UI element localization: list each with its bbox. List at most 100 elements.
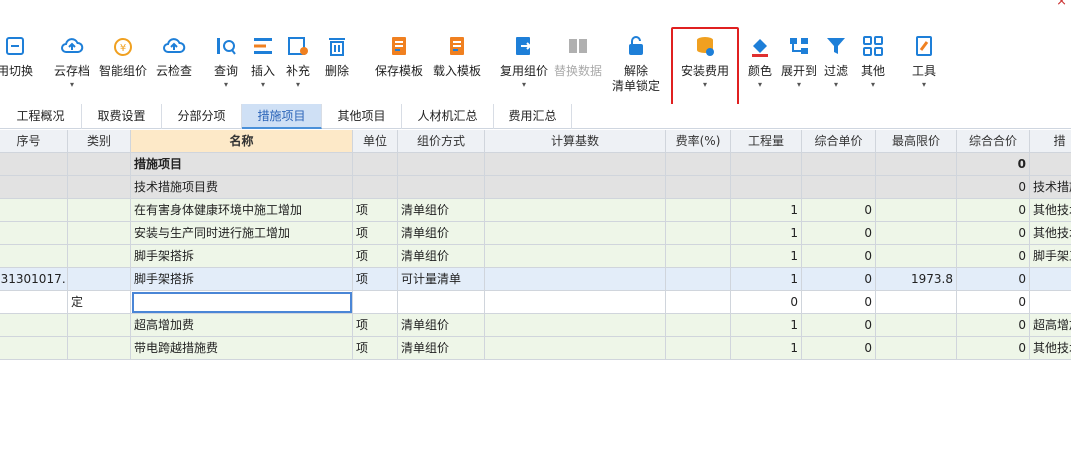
table-cell[interactable]: 技术措施 (1030, 176, 1071, 199)
table-cell[interactable]: 0 (802, 268, 876, 291)
table-cell[interactable]: 0 (957, 199, 1030, 222)
column-header[interactable]: 措 (1030, 130, 1071, 153)
table-cell[interactable]: 0 (802, 222, 876, 245)
table-row[interactable]: 技术措施项目费 0技术措施 (0, 176, 1071, 199)
table-cell[interactable] (876, 199, 957, 222)
tab-2[interactable]: 分部分项 (162, 104, 242, 129)
column-header[interactable]: 单位 (353, 130, 398, 153)
table-cell[interactable] (485, 268, 666, 291)
toolbar-button-switch[interactable]: 用切换 (0, 34, 38, 79)
column-header[interactable]: 类别 (68, 130, 131, 153)
table-cell[interactable]: 0 (957, 222, 1030, 245)
table-row[interactable]: -定000 (0, 291, 1071, 314)
table-cell[interactable] (666, 291, 731, 314)
table-cell[interactable] (876, 245, 957, 268)
table-cell[interactable] (876, 337, 957, 360)
table-row[interactable]: 脚手架搭拆项清单组价100脚手架工 (0, 245, 1071, 268)
table-cell[interactable] (68, 245, 131, 268)
column-header[interactable]: 最高限价 (876, 130, 957, 153)
table-cell[interactable]: 1 (731, 314, 802, 337)
table-cell[interactable]: 清单组价 (398, 314, 485, 337)
table-cell[interactable] (0, 337, 68, 360)
table-cell[interactable] (0, 199, 68, 222)
table-cell[interactable] (353, 291, 398, 314)
table-cell[interactable]: 1 (731, 199, 802, 222)
table-cell[interactable] (485, 176, 666, 199)
table-row[interactable]: 超高增加费项清单组价100超高增加 (0, 314, 1071, 337)
table-cell[interactable]: 其他技术 (1030, 199, 1071, 222)
table-cell[interactable] (802, 153, 876, 176)
table-row[interactable]: 带电跨越措施费项清单组价100其他技术 (0, 337, 1071, 360)
table-cell[interactable] (485, 199, 666, 222)
table-cell[interactable]: 0 (802, 314, 876, 337)
table-cell[interactable] (485, 245, 666, 268)
table-cell[interactable]: - (0, 291, 68, 314)
toolbar-button-trash[interactable]: 删除 (320, 34, 354, 79)
table-cell[interactable] (876, 222, 957, 245)
table-cell[interactable]: 技术措施项目费 (131, 176, 353, 199)
table-cell[interactable]: 1 (731, 337, 802, 360)
table-cell[interactable]: 超高增加 (1030, 314, 1071, 337)
toolbar-button-more-grid[interactable]: 其他 ▾ (856, 34, 890, 90)
tab-5[interactable]: 人材机汇总 (402, 104, 494, 129)
tab-1[interactable]: 取费设置 (82, 104, 162, 129)
table-cell[interactable] (485, 222, 666, 245)
table-cell[interactable]: 0 (957, 337, 1030, 360)
tab-3[interactable]: 措施项目 (242, 104, 322, 129)
table-cell[interactable]: 1 (731, 222, 802, 245)
table-cell[interactable]: 0 (731, 291, 802, 314)
table-cell[interactable] (666, 153, 731, 176)
table-cell[interactable] (666, 314, 731, 337)
table-cell[interactable]: 项 (353, 314, 398, 337)
table-cell[interactable]: 超高增加费 (131, 314, 353, 337)
table-cell[interactable] (666, 222, 731, 245)
table-cell[interactable]: 0 (957, 176, 1030, 199)
table-cell[interactable]: 其他技术 (1030, 222, 1071, 245)
table-cell[interactable] (1030, 268, 1071, 291)
table-cell[interactable] (485, 314, 666, 337)
table-row[interactable]: 安装与生产同时进行施工增加项清单组价100其他技术 (0, 222, 1071, 245)
table-cell[interactable] (666, 199, 731, 222)
table-cell[interactable] (398, 291, 485, 314)
table-cell[interactable]: 0 (957, 245, 1030, 268)
table-cell[interactable] (485, 153, 666, 176)
table-cell[interactable] (0, 222, 68, 245)
table-cell[interactable]: 措施项目 (131, 153, 353, 176)
table-cell[interactable] (1030, 291, 1071, 314)
toolbar-button-supplement[interactable]: 补充 ▾ (282, 34, 314, 90)
table-cell[interactable] (68, 153, 131, 176)
table-cell[interactable] (485, 291, 666, 314)
table-cell[interactable]: 清单组价 (398, 222, 485, 245)
column-header[interactable]: 组价方式 (398, 130, 485, 153)
table-cell[interactable] (353, 153, 398, 176)
table-cell[interactable]: 其他技术 (1030, 337, 1071, 360)
table-cell[interactable] (666, 337, 731, 360)
table-row[interactable]: 措施项目 0 (0, 153, 1071, 176)
table-cell[interactable]: 031301017… (0, 268, 68, 291)
column-header[interactable]: 计算基数 (485, 130, 666, 153)
table-row[interactable]: 在有害身体健康环境中施工增加项清单组价100其他技术 (0, 199, 1071, 222)
table-cell[interactable]: 在有害身体健康环境中施工增加 (131, 199, 353, 222)
toolbar-button-insert[interactable]: 插入 ▾ (246, 34, 280, 90)
table-cell[interactable]: 0 (802, 337, 876, 360)
toolbar-button-save-template[interactable]: 保存模板 (372, 34, 426, 79)
table-cell[interactable]: 可计量清单 (398, 268, 485, 291)
table-cell[interactable] (876, 153, 957, 176)
table-cell[interactable] (68, 176, 131, 199)
name-edit-input[interactable] (132, 292, 352, 313)
table-cell[interactable]: 0 (957, 153, 1030, 176)
toolbar-button-filter[interactable]: 过滤 ▾ (820, 34, 852, 90)
column-header[interactable]: 名称 (131, 130, 353, 153)
toolbar-button-replace-data[interactable]: 替换数据 (552, 34, 604, 79)
table-cell[interactable]: 安装与生产同时进行施工增加 (131, 222, 353, 245)
table-cell[interactable]: 清单组价 (398, 337, 485, 360)
table-cell[interactable] (666, 176, 731, 199)
table-cell[interactable]: 1 (731, 245, 802, 268)
table-cell[interactable]: 0 (957, 314, 1030, 337)
tab-6[interactable]: 费用汇总 (494, 104, 572, 129)
table-cell[interactable] (802, 176, 876, 199)
column-header[interactable]: 费率(%) (666, 130, 731, 153)
toolbar-button-query[interactable]: 查询 ▾ (210, 34, 242, 90)
table-cell[interactable] (68, 314, 131, 337)
table-cell[interactable]: 1 (731, 268, 802, 291)
